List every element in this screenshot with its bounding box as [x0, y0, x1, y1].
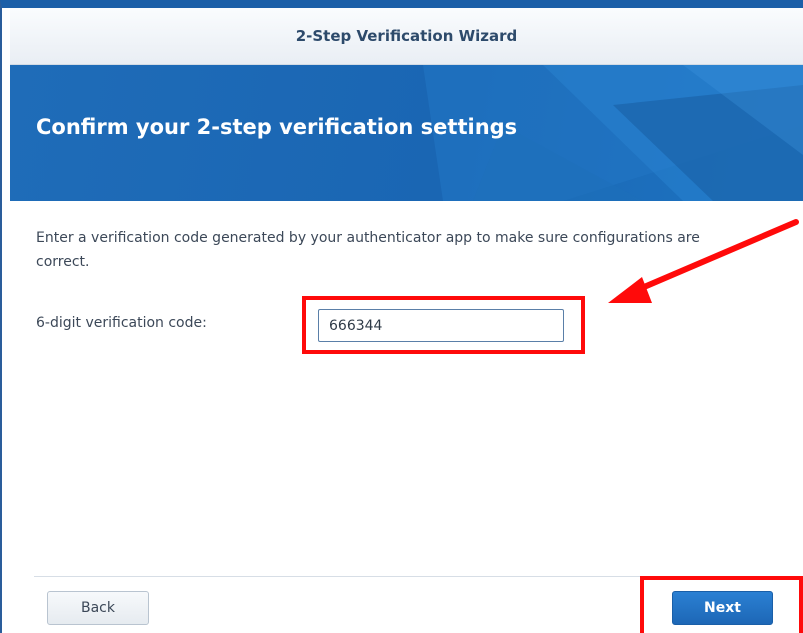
- banner-title: Confirm your 2-step verification setting…: [36, 115, 518, 139]
- next-button[interactable]: Next: [672, 591, 773, 625]
- back-button[interactable]: Back: [47, 591, 149, 625]
- footer-divider: [34, 576, 803, 577]
- header-banner: Confirm your 2-step verification setting…: [10, 65, 803, 201]
- code-field-label: 6-digit verification code:: [36, 315, 207, 331]
- verification-code-input[interactable]: [318, 309, 564, 342]
- window-titlebar: 2-Step Verification Wizard: [10, 8, 803, 65]
- window-title: 2-Step Verification Wizard: [295, 27, 518, 45]
- instructions-text: Enter a verification code generated by y…: [36, 230, 700, 270]
